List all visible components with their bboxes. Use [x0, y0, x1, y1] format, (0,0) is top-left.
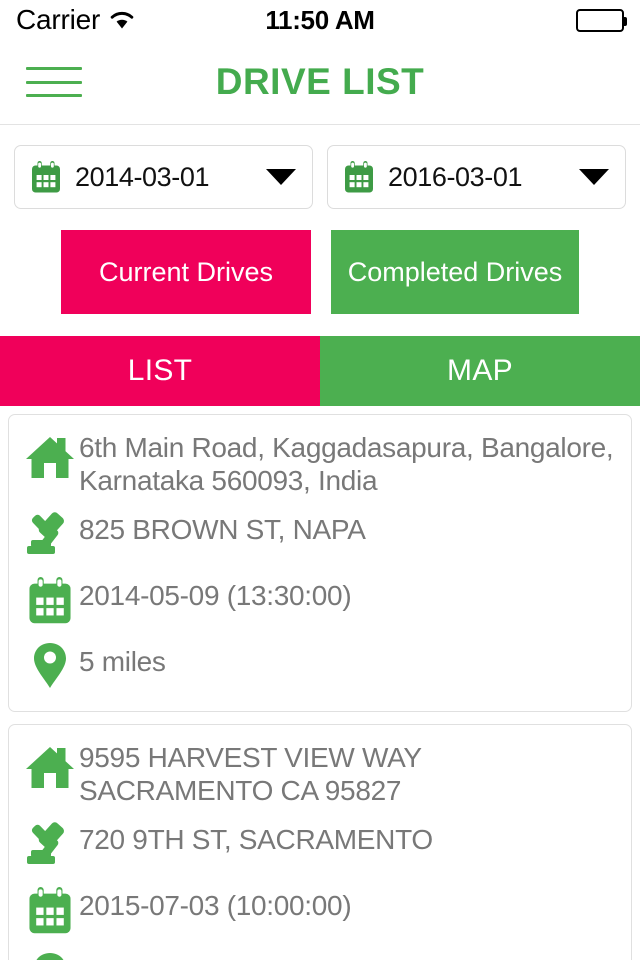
- pickup-address-row: 9595 HARVEST VIEW WAY SACRAMENTO CA 9582…: [21, 739, 619, 807]
- drive-datetime: 2014-05-09 (13:30:00): [79, 580, 352, 612]
- chevron-down-icon: [266, 169, 296, 185]
- map-pin-icon: [21, 947, 79, 960]
- chevron-down-icon: [579, 169, 609, 185]
- end-date-picker[interactable]: 2016-03-01: [327, 145, 626, 209]
- drive-card[interactable]: 9595 HARVEST VIEW WAY SACRAMENTO CA 9582…: [8, 724, 632, 960]
- calendar-icon: [21, 571, 79, 629]
- status-bar: Carrier 11:50 AM: [0, 0, 640, 40]
- clock-label: 11:50 AM: [265, 4, 375, 35]
- court-address: 825 BROWN ST, NAPA: [79, 514, 366, 546]
- drive-card[interactable]: 6th Main Road, Kaggadasapura, Bangalore,…: [8, 414, 632, 713]
- map-pin-icon: [21, 637, 79, 695]
- date-range-filter: 2014-03-01 2016-03-01: [0, 125, 640, 209]
- drive-distance: 7 miles: [79, 947, 166, 960]
- battery-full-icon: [576, 8, 627, 32]
- calendar-icon: [31, 161, 61, 193]
- page-title: DRIVE LIST: [215, 61, 425, 102]
- drive-distance-row: 5 miles: [21, 637, 619, 695]
- drive-datetime-row: 2014-05-09 (13:30:00): [21, 571, 619, 629]
- court-address-row: 720 9TH ST, SACRAMENTO: [21, 815, 619, 873]
- end-date-value: 2016-03-01: [388, 161, 523, 192]
- pickup-address: 6th Main Road, Kaggadasapura, Bangalore,…: [79, 432, 614, 497]
- start-date-value: 2014-03-01: [75, 161, 210, 192]
- status-bar-right: [576, 8, 627, 32]
- tab-list[interactable]: LIST: [0, 336, 320, 406]
- court-address: 720 9TH ST, SACRAMENTO: [79, 824, 433, 856]
- home-icon: [21, 429, 79, 487]
- view-tab-bar: LIST MAP: [0, 336, 640, 406]
- start-date-picker[interactable]: 2014-03-01: [14, 145, 313, 209]
- pickup-address: 9595 HARVEST VIEW WAY SACRAMENTO CA 9582…: [79, 742, 422, 807]
- home-icon: [21, 739, 79, 797]
- gavel-icon: [21, 505, 79, 563]
- drive-distance: 5 miles: [79, 646, 166, 678]
- calendar-icon: [21, 881, 79, 939]
- drive-distance-row: 7 miles: [21, 947, 619, 960]
- drive-datetime: 2015-07-03 (10:00:00): [79, 890, 352, 922]
- completed-drives-button[interactable]: Completed Drives: [331, 230, 579, 314]
- calendar-icon: [344, 161, 374, 193]
- drive-list: 6th Main Road, Kaggadasapura, Bangalore,…: [0, 406, 640, 960]
- current-drives-button[interactable]: Current Drives: [61, 230, 311, 314]
- drive-list-screen: Carrier 11:50 AM DRIVE LIST 2014-03-01 2…: [0, 0, 640, 960]
- pickup-address-row: 6th Main Road, Kaggadasapura, Bangalore,…: [21, 429, 619, 497]
- tab-map[interactable]: MAP: [320, 336, 640, 406]
- court-address-row: 825 BROWN ST, NAPA: [21, 505, 619, 563]
- gavel-icon: [21, 815, 79, 873]
- navigation-bar: DRIVE LIST: [0, 40, 640, 125]
- drive-datetime-row: 2015-07-03 (10:00:00): [21, 881, 619, 939]
- drive-type-button-group: Current Drives Completed Drives: [0, 209, 640, 314]
